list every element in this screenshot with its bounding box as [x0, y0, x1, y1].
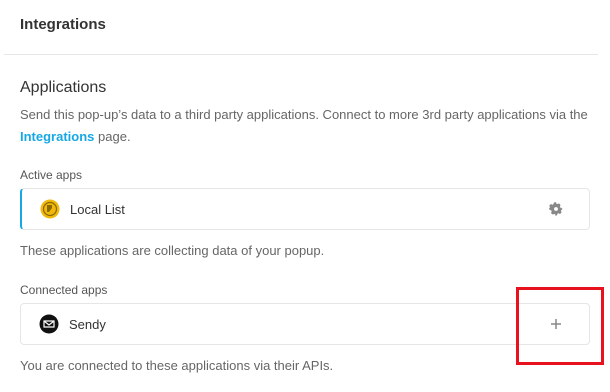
- applications-description: Send this pop-up’s data to a third party…: [20, 104, 590, 148]
- sendy-icon: [39, 314, 59, 334]
- local-list-icon: [40, 199, 60, 219]
- active-apps-note: These applications are collecting data o…: [20, 243, 325, 258]
- active-apps-label: Active apps: [20, 168, 83, 182]
- applications-title: Applications: [20, 79, 107, 96]
- connected-app-row-sendy[interactable]: Sendy: [20, 303, 590, 345]
- description-text: Send this pop-up’s data to a third party…: [20, 107, 588, 122]
- gear-icon[interactable]: [547, 200, 565, 218]
- connected-apps-label: Connected apps: [20, 283, 108, 297]
- connected-apps-note: You are connected to these applications …: [20, 358, 334, 373]
- highlight-annotation-box: [516, 287, 604, 365]
- app-name: Sendy: [69, 317, 106, 332]
- integrations-link[interactable]: Integrations: [20, 129, 94, 144]
- panel-title: Integrations: [20, 16, 106, 33]
- integrations-panel: Integrations Applications Send this pop-…: [4, 0, 598, 392]
- app-name: Local List: [70, 202, 125, 217]
- description-suffix: page.: [94, 129, 131, 144]
- panel-header: Integrations: [4, 0, 598, 55]
- active-app-row-local-list[interactable]: Local List: [20, 188, 590, 230]
